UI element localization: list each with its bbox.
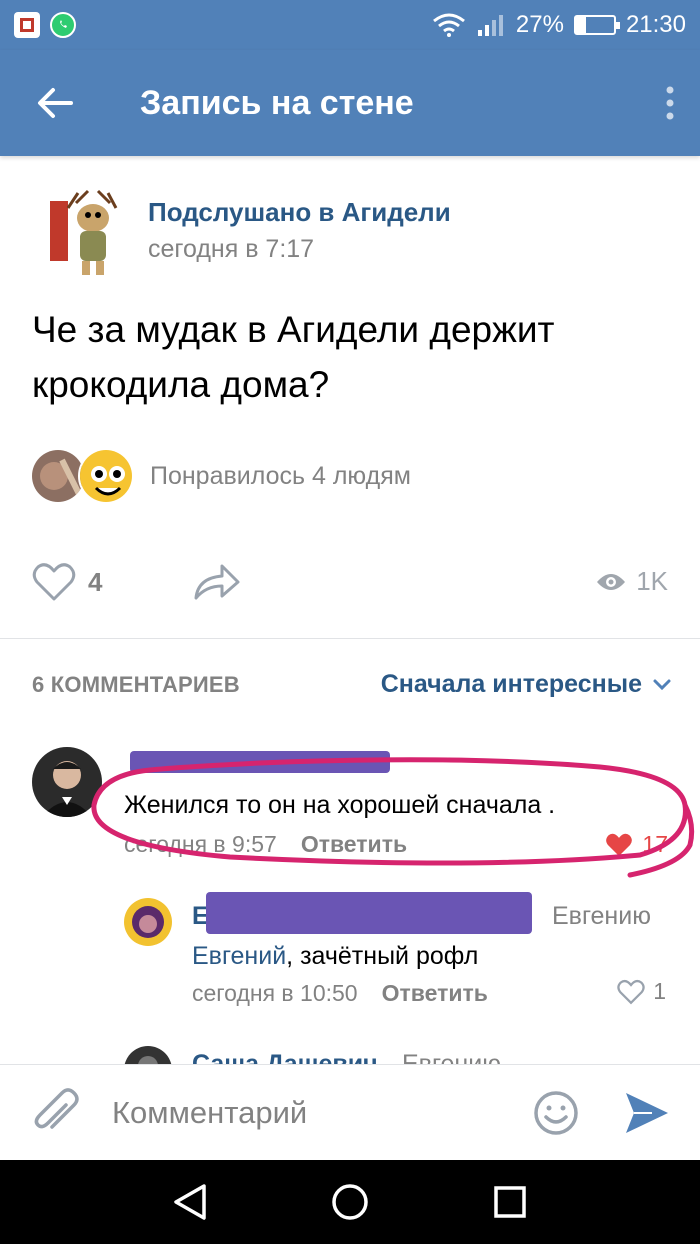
circle-home-icon (332, 1184, 368, 1220)
comment-composer (0, 1064, 700, 1160)
likers-row[interactable]: Понравилось 4 людям (30, 448, 670, 508)
more-vert-icon (666, 86, 674, 120)
group-avatar[interactable] (38, 183, 138, 283)
divider (0, 638, 700, 639)
like-count: 4 (88, 566, 103, 597)
comments-count: 6 КОММЕНТАРИЕВ (32, 672, 240, 697)
battery-level (575, 17, 587, 33)
eye-icon (597, 573, 626, 590)
comment-author-name[interactable]: Саша Дашевич (192, 1050, 378, 1064)
group-name-link[interactable]: Подслушано в Агидели (148, 197, 451, 228)
share-button[interactable] (192, 562, 242, 607)
triangle-back-icon (174, 1184, 206, 1220)
app-bar: Запись на стене (0, 50, 700, 156)
nav-recents-button[interactable] (480, 1172, 540, 1232)
annotation-circle (91, 757, 695, 878)
comment-text-body: , зачётный рофл (286, 942, 479, 970)
back-button[interactable] (0, 50, 110, 156)
post-actions: 4 1K (0, 556, 700, 616)
comment-reply: Е Евгению Евгений, зачётный рофл сегодня… (0, 890, 700, 1020)
wifi-icon (432, 13, 465, 37)
status-right: 27% 21:30 (432, 11, 686, 39)
emoji-button[interactable] (532, 1089, 580, 1137)
status-time: 21:30 (625, 11, 686, 38)
send-button[interactable] (622, 1089, 672, 1137)
comment-like-count: 1 (653, 978, 666, 1004)
reply-button[interactable]: Ответить (382, 980, 488, 1007)
comment-like-button[interactable]: 1 (617, 978, 666, 1005)
comment-time: сегодня в 10:50 (192, 980, 358, 1006)
reply-to-label: Евгению (552, 902, 651, 930)
battery-percent: 27% (515, 11, 564, 38)
paperclip-icon (34, 1088, 79, 1129)
post-time: сегодня в 7:17 (148, 235, 315, 263)
attach-button[interactable] (30, 1087, 82, 1139)
page-title: Запись на стене (140, 83, 414, 122)
comment-author-avatar[interactable] (124, 898, 172, 946)
comment-reply: Саша Дашевич Евгению (0, 1044, 700, 1064)
square-recents-icon (494, 1186, 526, 1218)
post-text: Че за мудак в Агидели держит крокодила д… (32, 309, 555, 405)
back-arrow-icon (38, 88, 73, 118)
share-icon (194, 564, 240, 600)
comment: Женился то он на хорошей сначала . сегод… (0, 745, 700, 878)
comments-header: 6 КОММЕНТАРИЕВ Сначала интересные (32, 670, 672, 700)
likers-text: Понравилось 4 людям (150, 462, 411, 490)
more-menu-button[interactable] (640, 50, 700, 156)
post-header: Подслушано в Агидели сегодня в 7:17 (0, 175, 700, 285)
heart-outline-icon (32, 563, 76, 601)
liker-avatar (78, 448, 134, 504)
chevron-down-icon (653, 679, 671, 690)
system-nav-bar (0, 1160, 700, 1244)
comment-meta: сегодня в 10:50 Ответить (192, 980, 488, 1007)
comment-author-avatar[interactable] (124, 1046, 172, 1064)
comment-text: Евгений, зачётный рофл (192, 942, 478, 971)
redacted-author-name (206, 892, 532, 934)
nav-home-button[interactable] (320, 1172, 380, 1232)
heart-outline-icon (617, 979, 645, 1004)
smiley-icon (534, 1091, 578, 1135)
reply-to-label: Евгению (402, 1050, 501, 1064)
sort-label: Сначала интересные (380, 670, 642, 698)
status-bar: 27% 21:30 (0, 0, 700, 50)
views-counter: 1K (596, 566, 668, 597)
comments-sort-select[interactable]: Сначала интересные (381, 670, 672, 699)
whatsapp-icon (50, 12, 76, 38)
status-left (14, 12, 76, 38)
nav-back-button[interactable] (160, 1172, 220, 1232)
comment-input[interactable] (110, 1085, 510, 1141)
send-icon (626, 1093, 668, 1133)
like-button[interactable]: 4 (32, 562, 102, 602)
battery-icon (573, 15, 620, 35)
app-notification-icon (14, 12, 40, 38)
mention-link[interactable]: Евгений (192, 942, 286, 970)
views-count: 1K (636, 566, 668, 596)
signal-icon (477, 15, 503, 36)
